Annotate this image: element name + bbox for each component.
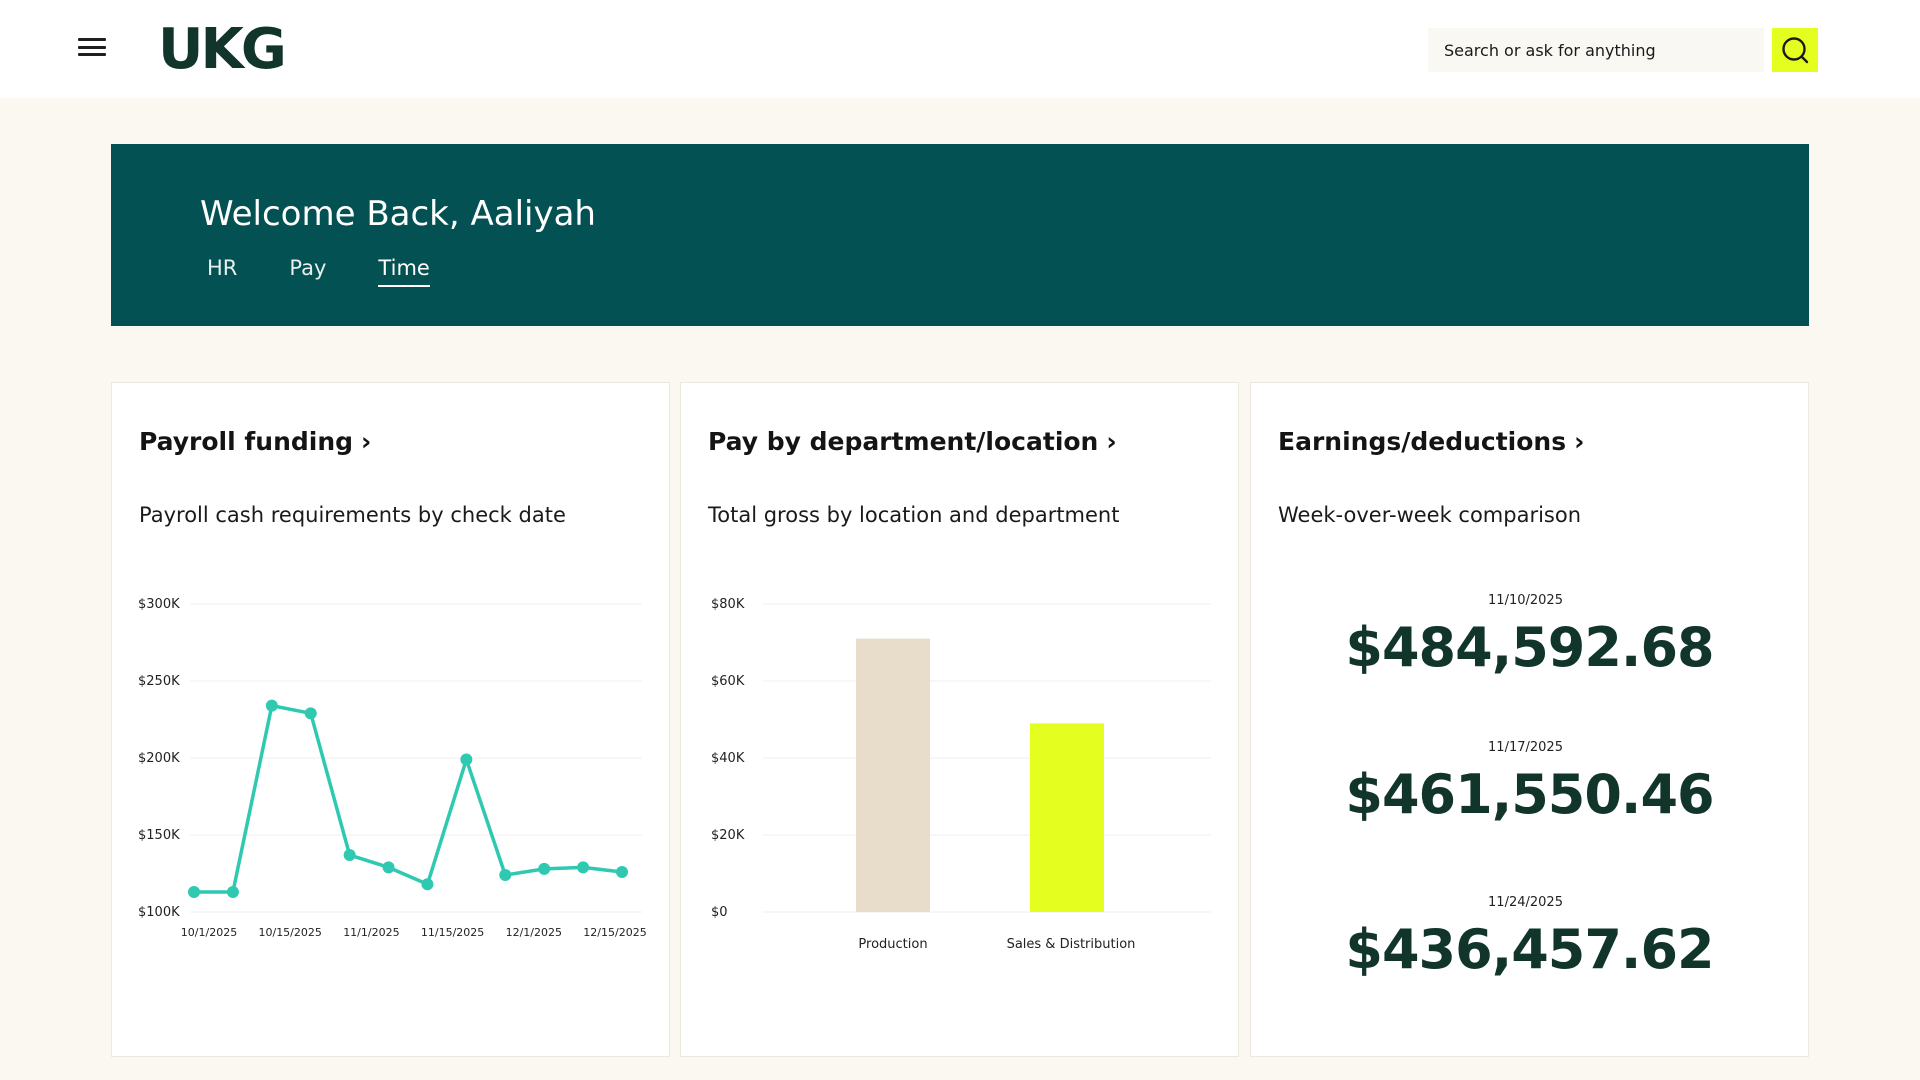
y-tick-label: $20K [711, 828, 745, 843]
data-point[interactable] [577, 861, 590, 874]
data-point[interactable] [616, 865, 628, 878]
kpi-item: 11/24/2025 $436,457.62 [1251, 895, 1808, 981]
x-tick-label: Sales & Distribution [1007, 937, 1136, 952]
kpi-value: $484,592.68 [1345, 616, 1714, 679]
x-tick-label: 12/15/2025 [583, 926, 646, 939]
top-bar: UKG [0, 0, 1920, 98]
department-bar-chart: $80K $60K $40K $20K $0 Production Sales & Dist… [711, 597, 1211, 952]
tab-bar: HR Pay Time [207, 256, 482, 287]
x-tick-label: 10/1/2025 [181, 926, 237, 939]
payroll-line-chart: $300K $250K $200K $150K $100K10/1/2025 10/15/… [138, 597, 647, 939]
y-tick-label: $250K [138, 674, 180, 689]
y-tick-label: $0 [711, 905, 728, 920]
data-point[interactable] [265, 699, 278, 712]
data-point[interactable] [226, 885, 239, 898]
tab-hr[interactable]: HR [207, 256, 237, 287]
y-tick-label: $200K [138, 751, 180, 766]
kpi-date: 11/24/2025 [1488, 895, 1563, 910]
card-title-text: Earnings/deductions [1278, 427, 1567, 456]
welcome-banner: Welcome Back, Aaliyah HR Pay Time [111, 144, 1809, 326]
data-point[interactable] [382, 861, 395, 874]
data-point[interactable] [421, 878, 434, 891]
tab-pay[interactable]: Pay [289, 256, 326, 287]
tab-time[interactable]: Time [378, 256, 430, 287]
search-button[interactable] [1772, 28, 1818, 72]
y-tick-label: $40K [711, 751, 745, 766]
x-tick-label: 11/15/2025 [421, 926, 484, 939]
data-point[interactable] [499, 869, 512, 882]
x-tick-label: 11/1/2025 [343, 926, 399, 939]
series-line [194, 703, 623, 894]
y-tick-label: $100K [138, 905, 180, 920]
welcome-heading: Welcome Back, Aaliyah [200, 194, 596, 234]
y-tick-label: $80K [711, 597, 745, 612]
pay-by-department-card: Pay by department/location › Total gross … [680, 382, 1239, 1057]
x-tick-label: 10/15/2025 [258, 926, 321, 939]
card-subtitle: Week-over-week comparison [1278, 503, 1582, 527]
y-tick-label: $300K [138, 597, 180, 612]
earnings-deductions-card: Earnings/deductions › Week-over-week comp… [1250, 382, 1809, 1057]
search-bar [1428, 28, 1818, 72]
kpi-value: $461,550.46 [1345, 763, 1714, 826]
menu-icon[interactable] [78, 38, 106, 62]
bar[interactable] [1030, 723, 1104, 912]
kpi-item: 11/17/2025 $461,550.46 [1251, 740, 1808, 826]
earnings-deductions-link[interactable]: Earnings/deductions › [1278, 427, 1584, 456]
ukg-logo[interactable]: UKG [158, 20, 287, 80]
data-point[interactable] [188, 885, 200, 898]
kpi-item: 11/10/2025 $484,592.68 [1251, 593, 1808, 679]
data-point[interactable] [538, 862, 551, 875]
x-tick-label: Production [858, 937, 927, 952]
kpi-value: $436,457.62 [1345, 918, 1714, 981]
search-icon [1782, 37, 1809, 64]
data-point[interactable] [304, 707, 317, 720]
data-point[interactable] [343, 849, 356, 862]
chevron-right-icon: › [1574, 427, 1585, 456]
y-tick-label: $60K [711, 674, 745, 689]
y-tick-label: $150K [138, 828, 180, 843]
payroll-funding-card: Payroll funding › Payroll cash requiremen… [111, 382, 670, 1057]
x-tick-label: 12/1/2025 [506, 926, 562, 939]
data-point[interactable] [460, 753, 473, 766]
kpi-date: 11/10/2025 [1488, 593, 1563, 608]
search-input[interactable] [1428, 28, 1764, 72]
bar[interactable] [856, 638, 930, 912]
kpi-date: 11/17/2025 [1488, 740, 1563, 755]
